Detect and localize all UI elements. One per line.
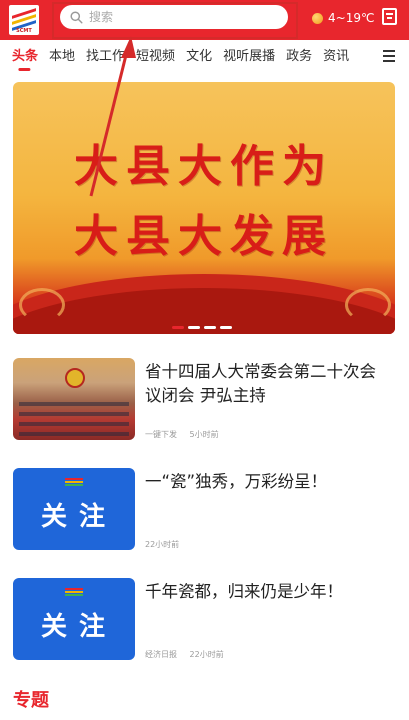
news-thumbnail [13,358,135,440]
news-thumbnail: 关注 [13,578,135,660]
app-logo[interactable]: SCMT [9,5,39,35]
search-highlight-box [52,2,298,39]
news-meta: 一键下发 5小时前 [145,429,229,440]
banner-headline-1: 大县大作为 [74,141,334,192]
news-source: 经济日报 [145,650,177,659]
news-time: 5小时前 [189,430,219,439]
banner-cloud-decor [345,288,391,322]
thumbnail-text: 关注 [40,611,117,642]
carousel-dot[interactable] [220,326,232,329]
weather-temperature: 4~19℃ [328,11,375,25]
news-meta: 经济日报 22小时前 [145,649,234,660]
carousel-dot[interactable] [172,326,184,329]
news-source: 一键下发 [145,430,177,439]
news-item[interactable]: 省十四届人大常委会第二十次会议闭会 尹弘主持 一键下发 5小时前 [13,358,397,442]
news-time: 22小时前 [189,650,224,659]
logo-mark-icon [65,588,83,598]
tab-info[interactable]: 资讯 [318,43,355,71]
menu-icon[interactable] [383,50,395,62]
hero-banner[interactable]: 大县大作为 大县大发展 [13,82,395,334]
tab-audiovisual[interactable]: 视听展播 [218,43,281,71]
news-title: 一“瓷”独秀，万彩纷呈！ [145,472,328,491]
logo-text: SCMT [16,28,32,34]
tab-headlines[interactable]: 头条 [0,43,44,71]
calendar-icon[interactable] [382,8,397,25]
banner-headline-2: 大县大发展 [74,211,334,262]
tab-culture[interactable]: 文化 [181,43,218,71]
tab-short-video[interactable]: 短视频 [131,43,181,71]
tab-government[interactable]: 政务 [281,43,318,71]
news-time: 22小时前 [145,540,180,549]
carousel-dot[interactable] [188,326,200,329]
news-item[interactable]: 关注 千年瓷都，归来仍是少年！ 经济日报 22小时前 [13,578,397,662]
category-tabs: 头条 本地 找工作 短视频 文化 视听展播 政务 资讯 [0,40,409,74]
thumbnail-text: 关注 [40,501,117,532]
banner-cloud-decor [19,288,65,322]
emblem-icon [65,368,85,388]
carousel-indicator [172,326,232,329]
carousel-dot[interactable] [204,326,216,329]
news-thumbnail: 关注 [13,468,135,550]
section-title-topics[interactable]: 专题 [13,686,49,712]
news-item[interactable]: 关注 一“瓷”独秀，万彩纷呈！ 22小时前 [13,468,397,552]
tab-local[interactable]: 本地 [44,43,81,71]
news-title: 千年瓷都，归来仍是少年！ [145,582,343,601]
sun-icon [312,12,323,24]
logo-mark-icon [65,478,83,488]
weather-widget[interactable]: 4~19℃ [312,9,374,27]
tab-jobs[interactable]: 找工作 [81,43,131,71]
news-title: 省十四届人大常委会第二十次会议闭会 尹弘主持 [145,362,376,405]
news-meta: 22小时前 [145,539,189,550]
